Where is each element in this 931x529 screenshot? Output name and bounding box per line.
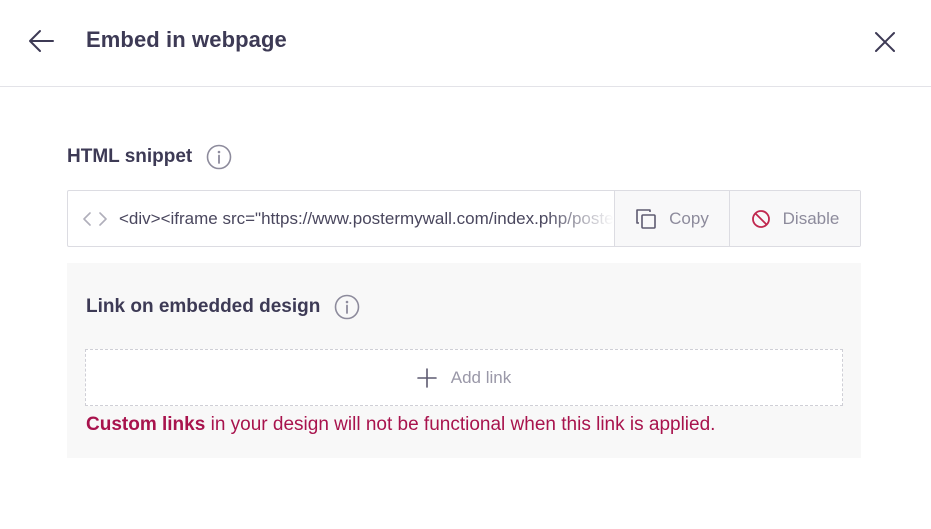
copy-icon <box>635 208 657 230</box>
snippet-fade-overlay <box>544 191 614 246</box>
add-link-label: Add link <box>450 367 512 387</box>
copy-button[interactable]: Copy <box>614 191 729 246</box>
info-icon[interactable] <box>206 144 232 170</box>
close-icon <box>875 32 895 52</box>
dialog-header: Embed in webpage <box>0 0 931 87</box>
html-snippet-heading: HTML snippet <box>67 144 232 170</box>
info-icon[interactable] <box>334 294 360 320</box>
html-snippet-field: <div><iframe src="https://www.postermywa… <box>67 190 861 247</box>
code-brackets-icon <box>83 211 107 227</box>
custom-links-warning: Custom links in your design will not be … <box>86 414 715 436</box>
page-title: Embed in webpage <box>86 27 287 52</box>
disable-button[interactable]: Disable <box>729 191 860 246</box>
plus-icon <box>416 367 437 388</box>
add-link-button[interactable]: Add link <box>85 349 843 406</box>
html-snippet-label: HTML snippet <box>67 146 193 167</box>
snippet-code-text: <div><iframe src="https://www.postermywa… <box>119 208 614 228</box>
arrow-left-icon <box>29 30 54 52</box>
back-button[interactable] <box>24 26 58 56</box>
snippet-code-area[interactable]: <div><iframe src="https://www.postermywa… <box>68 191 614 246</box>
disable-label: Disable <box>782 208 840 228</box>
link-panel: Link on embedded design Add link Custom … <box>67 263 861 458</box>
ban-icon <box>751 209 771 229</box>
link-label: Link on embedded design <box>86 296 321 317</box>
close-button[interactable] <box>868 25 902 59</box>
custom-links-link[interactable]: Custom links <box>86 414 205 435</box>
copy-label: Copy <box>669 208 709 228</box>
warning-text: in your design will not be functional wh… <box>205 414 716 435</box>
link-heading: Link on embedded design <box>86 294 360 320</box>
